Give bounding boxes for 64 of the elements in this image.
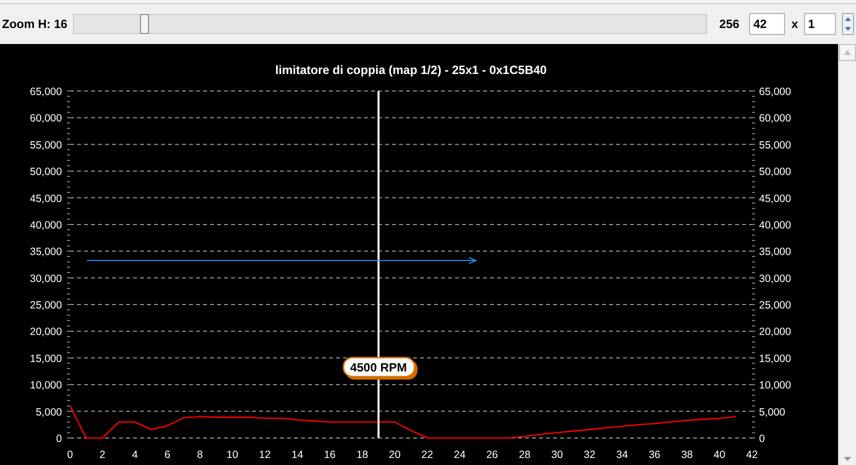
- x-tick-label: 32: [584, 449, 596, 461]
- y-tick-label: 55,000: [759, 139, 792, 152]
- y-tick-label: 15,000: [30, 352, 62, 365]
- y-tick-label: 35,000: [759, 246, 792, 258]
- y-tick-label: 55,000: [30, 139, 62, 152]
- x-tick-label: 8: [196, 449, 203, 461]
- y-tick-label: 25,000: [30, 300, 62, 312]
- chart-title: limitatore di coppia (map 1/2) - 25x1 - 0x1C5B40: [275, 63, 547, 77]
- x-tick-label: 20: [388, 449, 401, 461]
- x-tick-label: 30: [551, 449, 563, 461]
- y-tick-label: 45,000: [759, 192, 792, 205]
- x-tick-label: 42: [746, 449, 758, 461]
- y-tick-label: 60,000: [30, 112, 62, 125]
- y-tick-label: 20,000: [759, 326, 792, 338]
- x-tick-label: 22: [421, 449, 434, 461]
- height-input[interactable]: 1: [804, 13, 836, 35]
- x-tick-label: 14: [292, 449, 304, 461]
- y-tick-label: 30,000: [30, 272, 62, 285]
- x-tick-label: 26: [486, 449, 498, 461]
- y-tick-label: 65,000: [759, 86, 792, 98]
- cursor-label: 4500 RPM: [342, 356, 418, 380]
- y-tick-label: 40,000: [30, 219, 62, 232]
- y-tick-label: 10,000: [759, 380, 792, 392]
- slider-thumb[interactable]: [140, 14, 149, 34]
- y-tick-label: 50,000: [30, 166, 62, 178]
- x-tick-label: 28: [518, 449, 530, 461]
- scroll-up-icon[interactable]: [839, 44, 856, 61]
- x-tick-label: 24: [454, 449, 466, 461]
- y-tick-label: 20,000: [30, 326, 62, 338]
- y-tick-label: 30,000: [759, 272, 792, 285]
- max-label: 256: [719, 16, 740, 33]
- zoom-slider[interactable]: [73, 14, 708, 34]
- x-tick-label: 36: [648, 449, 660, 461]
- y-tick-label: 0: [56, 433, 62, 445]
- x-tick-label: 34: [616, 449, 628, 461]
- scrollbar[interactable]: [838, 44, 856, 465]
- annotation: 4500 RPM: [350, 360, 407, 375]
- x-tick-label: 0: [67, 449, 73, 461]
- y-tick-label: 60,000: [759, 112, 792, 125]
- y-tick-label: 5,000: [759, 406, 786, 418]
- y-tick-label: 35,000: [30, 246, 62, 258]
- x-tick-label: 6: [164, 449, 170, 461]
- y-tick-label: 65,000: [30, 86, 62, 98]
- x-tick-label: 40: [714, 449, 726, 461]
- y-tick-label: 5,000: [36, 406, 62, 418]
- y-tick-label: 0: [759, 433, 765, 445]
- y-tick-label: 50,000: [759, 166, 792, 178]
- spin-buttons[interactable]: [842, 13, 854, 35]
- x-tick-label: 10: [226, 449, 238, 461]
- zoom-label: Zoom H: 16: [2, 16, 68, 33]
- width-input[interactable]: 42: [749, 13, 786, 35]
- x-tick-label: 38: [681, 449, 693, 461]
- x-tick-label: 16: [324, 449, 336, 461]
- cursor-line[interactable]: [378, 91, 380, 438]
- y-tick-label: 10,000: [30, 380, 62, 392]
- y-tick-label: 40,000: [759, 219, 792, 232]
- y-tick-label: 25,000: [759, 300, 792, 312]
- x-tick-label: 4: [132, 449, 138, 461]
- x-tick-label: 18: [356, 449, 368, 461]
- x-tick-label: 12: [259, 449, 271, 461]
- x-tick-label: 2: [100, 449, 106, 461]
- y-tick-label: 15,000: [759, 352, 792, 365]
- y-tick-label: 45,000: [30, 192, 62, 205]
- times-label: x: [791, 16, 798, 33]
